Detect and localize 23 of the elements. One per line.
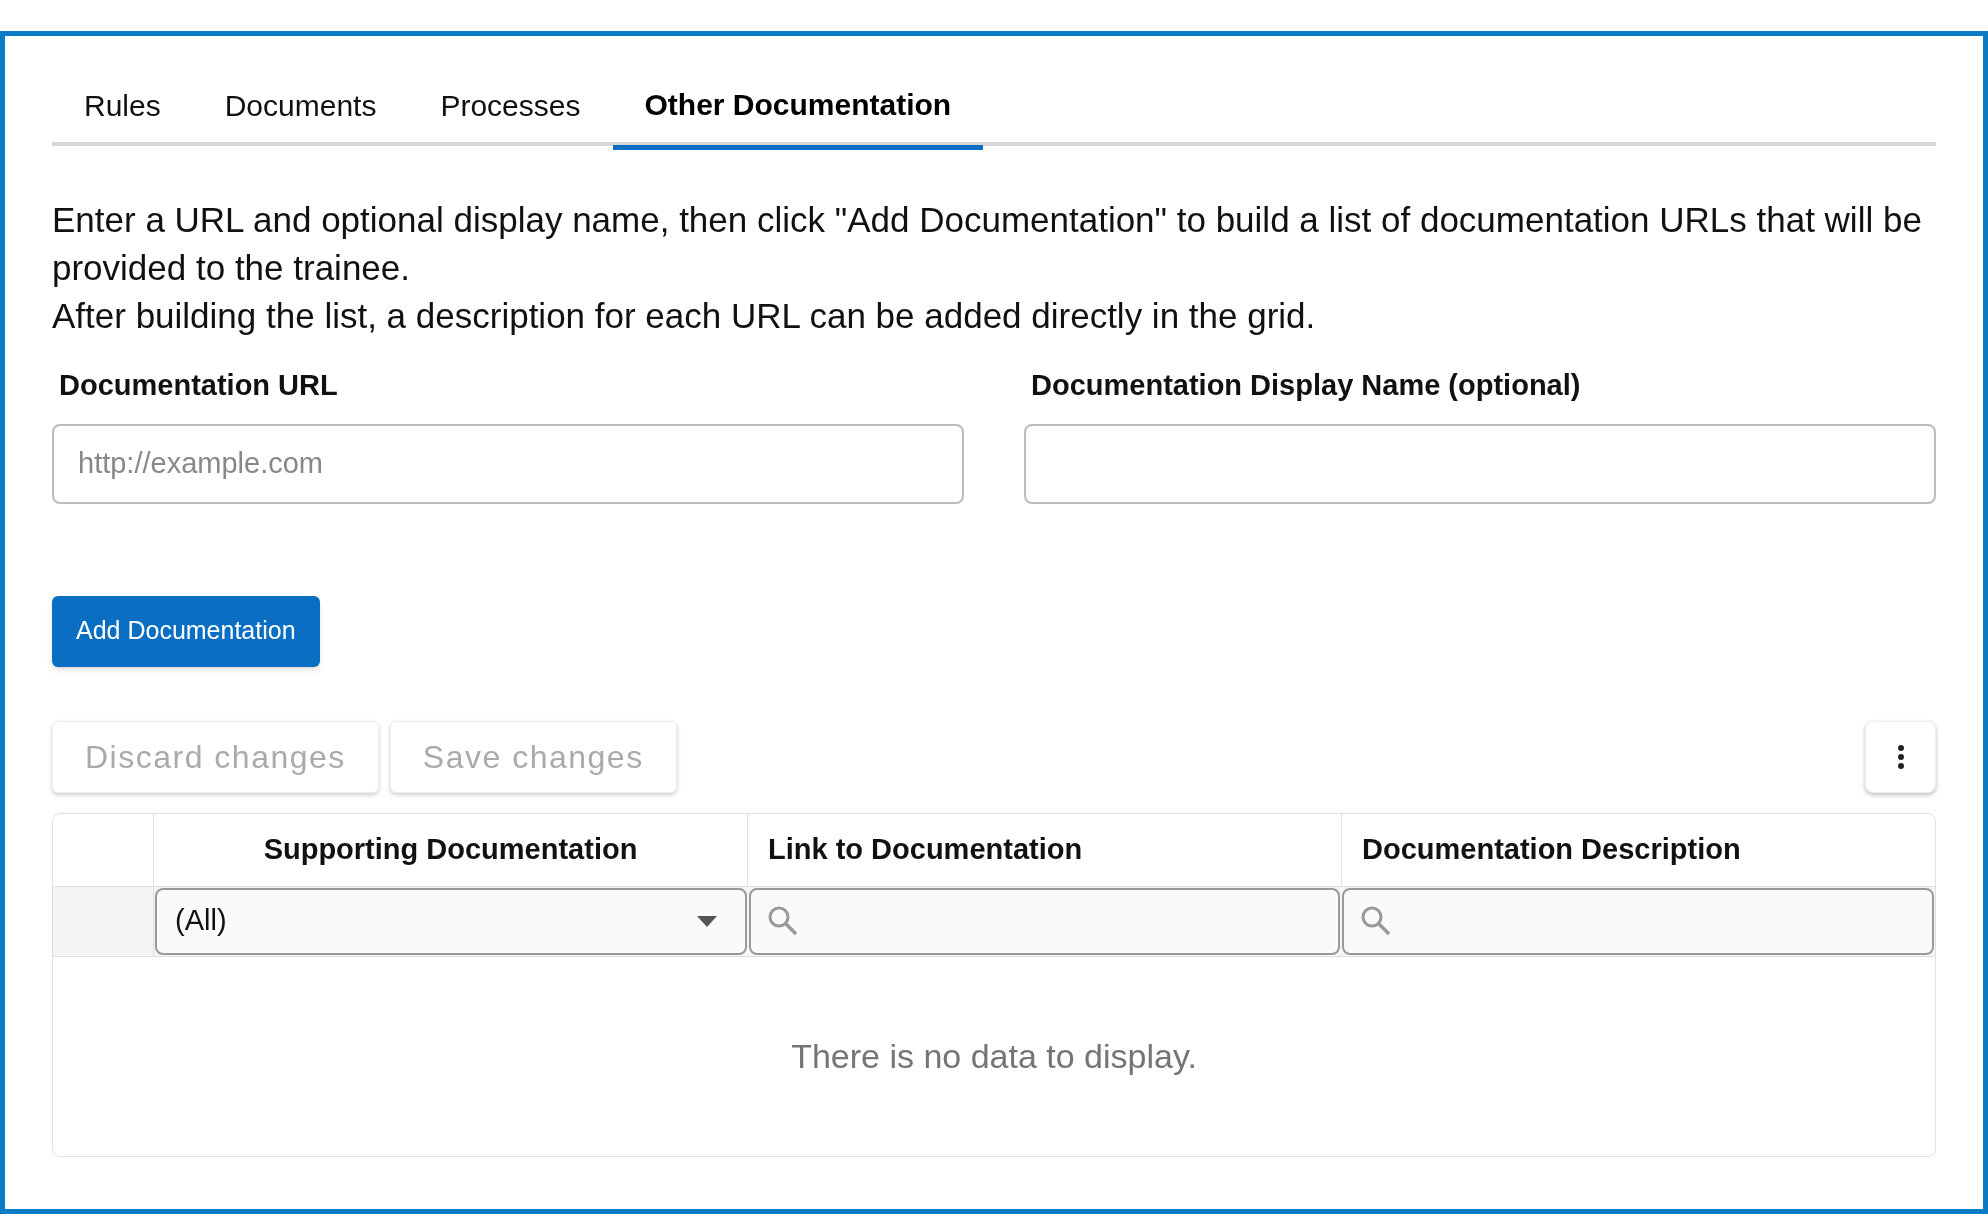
instruction-text: After building the list, a description for each URL can be added directly in the grid. [52, 295, 1317, 337]
tab[interactable]: Documents [192, 64, 409, 146]
more-options-button[interactable] [1865, 720, 1936, 793]
text-field[interactable] [1024, 423, 1936, 504]
tab[interactable]: Processes [408, 64, 613, 146]
empty-message: There is no data to display. [791, 1035, 1197, 1077]
more-options-icon [1896, 744, 1905, 769]
filter-dropdown[interactable]: (All) [155, 887, 747, 955]
filter-search-field[interactable] [1342, 887, 1934, 955]
instruction-text: Enter a URL and optional display name, then click "Add Documentation" to build a list of documentation URLs that will be provided to the trainee. [52, 199, 1923, 289]
dropdown-arrow-icon [696, 915, 717, 927]
field-label: Documentation Display Name (optional) [1031, 368, 1582, 403]
column-header[interactable]: Documentation Description [1342, 813, 1935, 886]
search-icon [1360, 905, 1393, 937]
add-documentation-button[interactable]: Add Documentation [52, 595, 320, 667]
tab[interactable]: Other Documentation [612, 64, 984, 150]
column-header[interactable]: Link to Documentation [748, 813, 1342, 886]
search-icon [766, 905, 799, 937]
filter-search-field[interactable] [748, 887, 1341, 955]
text-field[interactable]: http://example.com [52, 423, 964, 504]
tab[interactable]: Rules [52, 64, 193, 146]
field-label: Documentation URL [59, 368, 339, 403]
column-header[interactable]: Supporting Documentation [154, 813, 748, 886]
